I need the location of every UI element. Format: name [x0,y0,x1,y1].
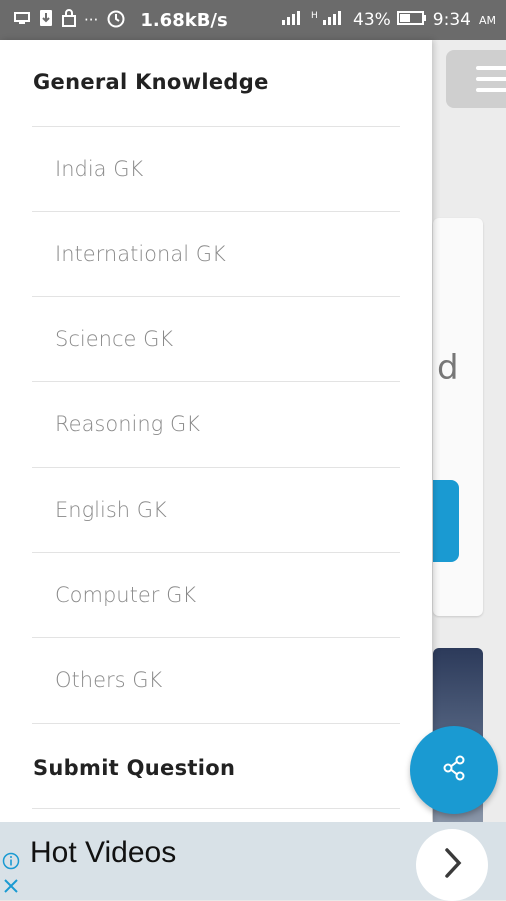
svg-text:H: H [311,11,318,21]
signal-h-icon: H [311,9,347,32]
drawer-item-others-gk[interactable]: Others GK [32,637,400,722]
drawer-section-title[interactable]: General Knowledge [33,70,269,94]
clock-time: 9:34 [432,10,471,30]
battery-percent: 43% [353,10,391,30]
chevron-right-icon [437,846,467,885]
drawer-submit-question[interactable]: Submit Question [33,756,235,780]
ad-open-button[interactable] [416,829,488,901]
ad-close-icon[interactable] [3,878,19,899]
share-fab-button[interactable] [410,726,498,814]
drawer-item-reasoning-gk[interactable]: Reasoning GK [32,381,400,466]
menu-bar [476,77,506,81]
download-icon [38,9,54,31]
ad-banner[interactable]: Hot Videos [0,822,506,901]
drawer-divider [32,808,400,809]
card-partial-text: d [437,348,459,388]
ad-info-icon[interactable] [2,852,20,870]
alarm-icon [106,8,126,32]
ad-title[interactable]: Hot Videos [30,836,176,870]
card-action-button[interactable] [433,480,459,562]
lock-icon [62,9,76,31]
drawer-item-international-gk[interactable]: International GK [32,211,400,296]
menu-bar [476,88,506,92]
status-left: ··· 1.68kB/s [14,8,228,32]
signal-icon [281,10,305,31]
drawer-item-english-gk[interactable]: English GK [32,467,400,552]
menu-bar [476,66,506,70]
battery-icon [396,10,427,31]
navigation-drawer: General Knowledge India GK International… [0,40,432,822]
share-icon [439,753,469,788]
monitor-icon [14,11,30,29]
drawer-item-india-gk[interactable]: India GK [32,126,400,211]
drawer-item-computer-gk[interactable]: Computer GK [32,552,400,637]
hamburger-menu-button[interactable] [446,50,506,108]
more-notifications-icon: ··· [84,11,99,29]
drawer-item-science-gk[interactable]: Science GK [32,296,400,381]
clock-ampm: AM [478,13,496,27]
drawer-divider [32,723,400,724]
status-right: H 43% 9:34 AM [281,9,496,32]
status-bar: ··· 1.68kB/s H 43% 9:34 AM [0,0,506,40]
network-speed: 1.68kB/s [140,9,228,31]
